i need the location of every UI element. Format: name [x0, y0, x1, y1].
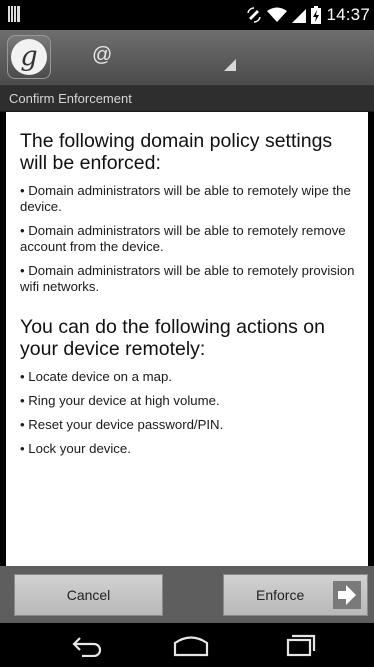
app-icon-letter: g [20, 40, 38, 72]
status-icons: 14:37 [246, 4, 370, 26]
enforce-button[interactable]: Enforce [223, 574, 368, 616]
actions-heading: You can do the following actions on your… [20, 316, 326, 360]
arrow-right-icon [333, 581, 361, 609]
recents-icon[interactable] [282, 633, 318, 657]
action-item: • Locate device on a map. [20, 369, 172, 384]
spinner-indicator-icon[interactable] [224, 59, 236, 71]
status-bar: 14:37 [0, 0, 374, 30]
action-item: • Reset your device password/PIN. [20, 417, 224, 432]
navigation-bar [0, 623, 374, 667]
cancel-button-label: Cancel [66, 587, 111, 603]
enforce-button-label: Enforce [256, 587, 305, 603]
home-icon[interactable] [171, 633, 211, 657]
button-bar: Cancel Enforce [0, 566, 374, 623]
action-bar: g @ [0, 30, 374, 86]
enforcement-content: The following domain policy settings wil… [6, 112, 368, 566]
account-spinner-label[interactable]: @ [92, 44, 112, 67]
policies-heading: The following domain policy settings wil… [20, 130, 333, 174]
status-time: 14:37 [326, 5, 370, 24]
signal-icon [292, 9, 307, 23]
policy-item: • Domain administrators will be able to … [20, 263, 355, 294]
app-icon[interactable]: g [7, 35, 51, 79]
cancel-button[interactable]: Cancel [14, 574, 163, 616]
action-item: • Ring your device at high volume. [20, 393, 220, 408]
policy-item: • Domain administrators will be able to … [20, 183, 351, 214]
notification-icon [8, 6, 20, 22]
rotation-lock-icon [247, 7, 262, 23]
policy-item: • Domain administrators will be able to … [20, 223, 346, 254]
wifi-icon [267, 7, 288, 22]
back-icon[interactable] [70, 633, 106, 657]
section-header: Confirm Enforcement [0, 86, 374, 112]
battery-icon [311, 6, 322, 24]
action-item: • Lock your device. [20, 441, 131, 456]
